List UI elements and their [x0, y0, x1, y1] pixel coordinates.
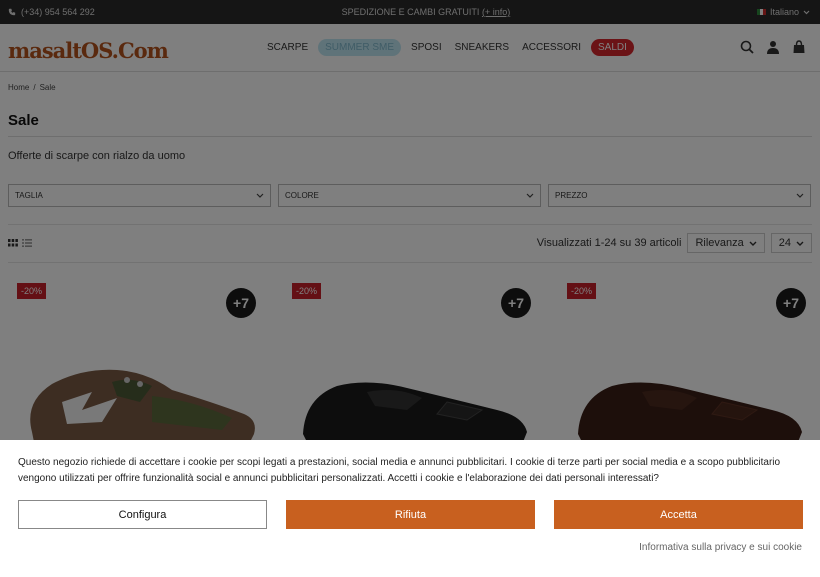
cookie-message: Questo negozio richiede di accettare i c… — [18, 457, 781, 484]
privacy-policy-link[interactable]: Informativa sulla privacy e sui cookie — [639, 542, 802, 553]
configure-button[interactable]: Configura — [18, 500, 267, 529]
cookie-consent-banner: Questo negozio richiede di accettare i c… — [0, 440, 820, 577]
reject-button[interactable]: Rifiuta — [286, 500, 535, 529]
cookie-actions: Configura Rifiuta Accetta — [18, 500, 803, 529]
accept-button[interactable]: Accetta — [554, 500, 803, 529]
